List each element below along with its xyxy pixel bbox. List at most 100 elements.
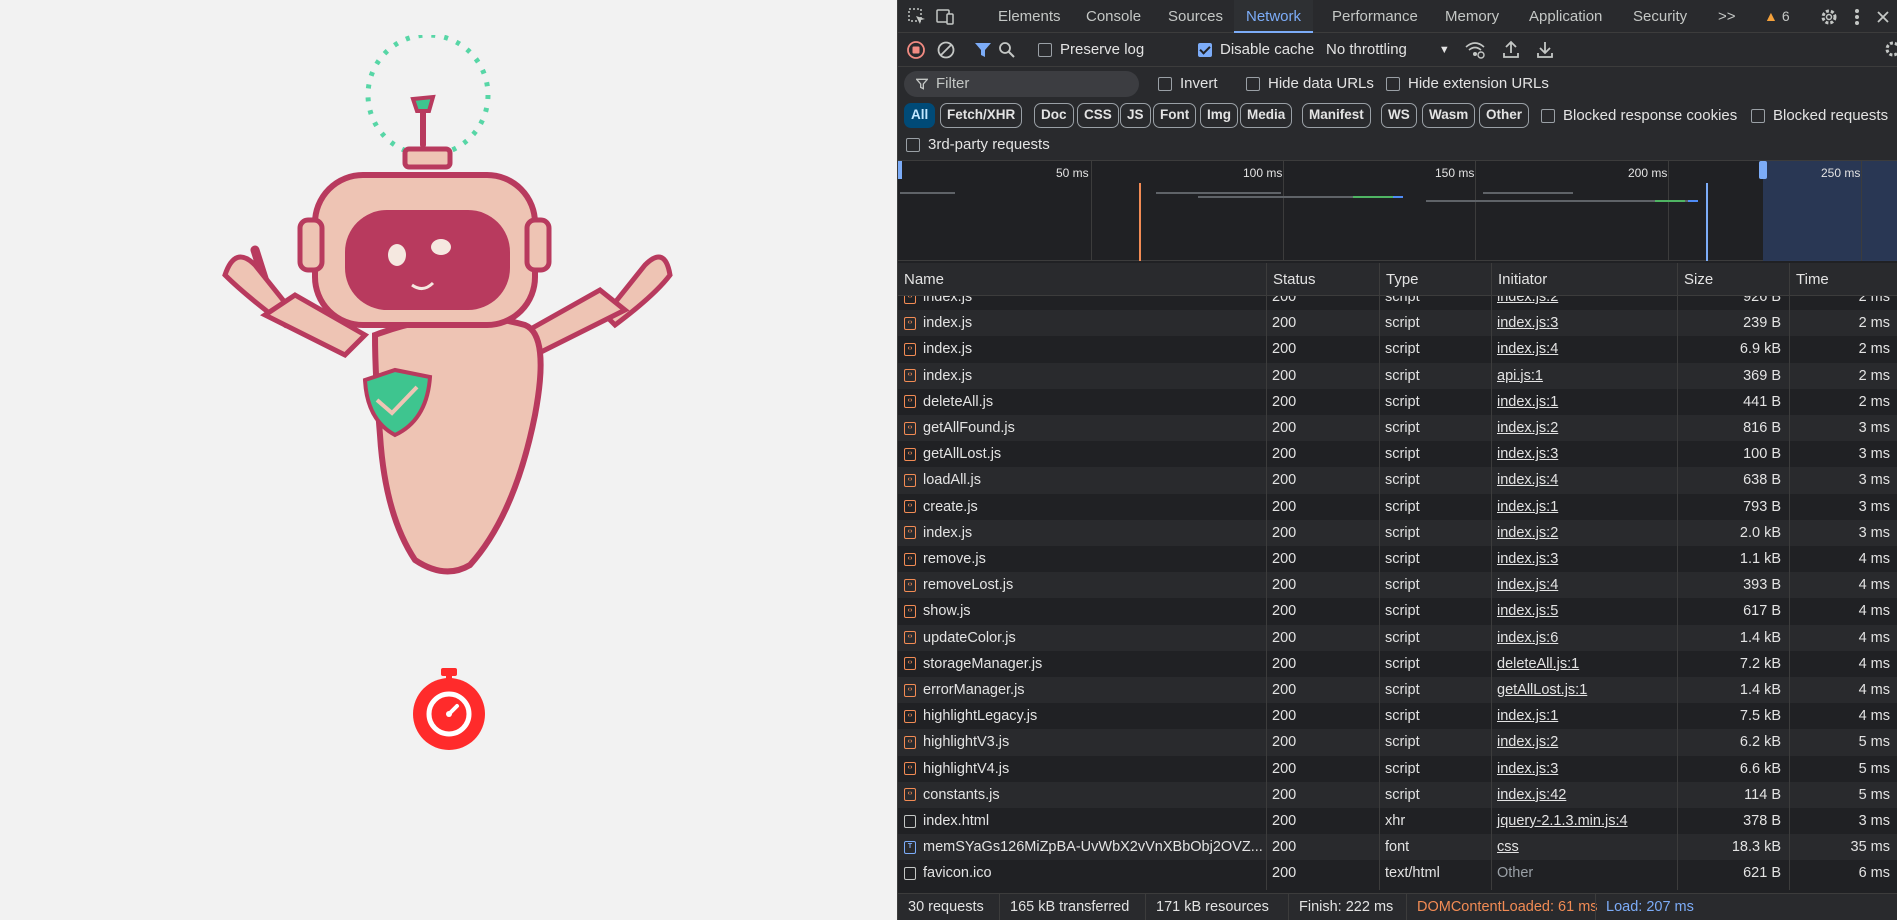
- table-row[interactable]: ‹› deleteAll.js 200 script index.js:1 441 B 2 …: [898, 389, 1897, 415]
- settings-gear-icon[interactable]: [1818, 6, 1840, 28]
- cell-initiator[interactable]: index.js:1: [1491, 703, 1677, 729]
- cell-initiator[interactable]: index.js:3: [1491, 546, 1677, 572]
- type-filter-ws[interactable]: WS: [1381, 103, 1417, 128]
- cell-initiator[interactable]: index.js:1: [1491, 389, 1677, 415]
- cell-initiator[interactable]: getAllLost.js:1: [1491, 677, 1677, 703]
- cell-initiator[interactable]: index.js:4: [1491, 572, 1677, 598]
- stopwatch-icon[interactable]: [411, 666, 487, 752]
- hide-extension-urls-checkbox[interactable]: Hide extension URLs: [1386, 75, 1549, 92]
- hide-data-urls-checkbox[interactable]: Hide data URLs: [1246, 75, 1374, 92]
- cell-initiator[interactable]: jquery-2.1.3.min.js:4: [1491, 808, 1677, 834]
- tab-network[interactable]: Network: [1234, 0, 1314, 33]
- inspect-element-icon[interactable]: [906, 6, 928, 28]
- table-row[interactable]: ‹› index.js 200 script index.js:2 926 B 2 ms: [898, 296, 1897, 310]
- record-stop-icon[interactable]: [906, 40, 926, 64]
- cell-initiator[interactable]: index.js:2: [1491, 729, 1677, 755]
- cell-initiator[interactable]: index.js:3: [1491, 441, 1677, 467]
- type-filter-all[interactable]: All: [904, 103, 936, 128]
- tab-sources[interactable]: Sources: [1168, 0, 1223, 33]
- table-row[interactable]: ‹› loadAll.js 200 script index.js:4 638 B 3 ms: [898, 467, 1897, 494]
- cell-initiator[interactable]: index.js:3: [1491, 310, 1677, 336]
- type-filter-font[interactable]: Font: [1153, 103, 1197, 128]
- device-toolbar-icon[interactable]: [934, 6, 956, 28]
- invert-checkbox[interactable]: Invert: [1158, 75, 1218, 92]
- table-row[interactable]: ‹› updateColor.js 200 script index.js:6 1.4 k…: [898, 624, 1897, 651]
- type-filter-css[interactable]: CSS: [1077, 103, 1119, 128]
- column-initiator[interactable]: Initiator: [1491, 263, 1677, 296]
- table-row[interactable]: ‹› errorManager.js 200 script getAllLost.js:…: [898, 677, 1897, 704]
- cell-initiator[interactable]: deleteAll.js:1: [1491, 651, 1677, 677]
- column-name[interactable]: Name: [898, 263, 1266, 296]
- warnings-badge[interactable]: ▲ 6: [1764, 0, 1790, 33]
- cell-initiator[interactable]: index.js:5: [1491, 598, 1677, 624]
- table-row[interactable]: ‹› index.js 200 script index.js:2 2.0 kB 3 ms: [898, 519, 1897, 546]
- close-devtools-icon[interactable]: [1872, 6, 1894, 28]
- cell-initiator[interactable]: index.js:4: [1491, 467, 1677, 493]
- table-row[interactable]: ‹› highlightLegacy.js 200 script index.js:1 7…: [898, 703, 1897, 729]
- blocked-response-cookies-checkbox[interactable]: Blocked response cookies: [1541, 107, 1737, 124]
- import-har-icon[interactable]: [1502, 39, 1520, 63]
- network-conditions-icon[interactable]: [1464, 41, 1486, 63]
- type-filter-wasm[interactable]: Wasm: [1422, 103, 1476, 128]
- cell-initiator[interactable]: index.js:2: [1491, 520, 1677, 546]
- more-tabs-button[interactable]: >>: [1718, 0, 1736, 33]
- overview-right-handle[interactable]: [1759, 161, 1767, 179]
- export-har-icon[interactable]: [1536, 39, 1554, 63]
- table-row[interactable]: ‹› removeLost.js 200 script index.js:4 393 B 4…: [898, 572, 1897, 599]
- table-row[interactable]: ‹› highlightV4.js 200 script index.js:3 6.6 k…: [898, 756, 1897, 782]
- column-time[interactable]: Time: [1789, 263, 1897, 296]
- type-filter-fetch-xhr[interactable]: Fetch/XHR: [940, 103, 1023, 128]
- cell-initiator[interactable]: index.js:3: [1491, 756, 1677, 782]
- network-settings-gear-icon[interactable]: [1884, 40, 1897, 62]
- disable-cache-checkbox[interactable]: Disable cache: [1198, 41, 1314, 58]
- tab-console[interactable]: Console: [1086, 0, 1141, 33]
- tab-memory[interactable]: Memory: [1445, 0, 1499, 33]
- table-row[interactable]: ‹› show.js 200 script index.js:5 617 B 4 ms: [898, 598, 1897, 624]
- cell-initiator[interactable]: index.js:42: [1491, 782, 1677, 808]
- network-overview-timeline[interactable]: 50 ms 100 ms 150 ms 200 ms 250 ms: [898, 161, 1897, 261]
- table-row[interactable]: ‹› index.js 200 script index.js:4 6.9 kB 2 ms: [898, 336, 1897, 362]
- table-row[interactable]: ‹› highlightV3.js 200 script index.js:2 6.2 k…: [898, 729, 1897, 756]
- cell-initiator[interactable]: css: [1491, 834, 1677, 860]
- cell-initiator[interactable]: index.js:2: [1491, 415, 1677, 441]
- tab-security[interactable]: Security: [1633, 0, 1687, 33]
- cell-initiator[interactable]: api.js:1: [1491, 363, 1677, 389]
- kebab-menu-icon[interactable]: [1846, 6, 1868, 28]
- type-filter-js[interactable]: JS: [1120, 103, 1151, 128]
- type-filter-manifest[interactable]: Manifest: [1302, 103, 1371, 128]
- type-filter-media[interactable]: Media: [1240, 103, 1293, 128]
- filter-funnel-icon[interactable]: [974, 41, 992, 63]
- table-row[interactable]: TmemSYaGs126MiZpBA-UvWbX2vVnXBbObj2OVZ..…: [898, 834, 1897, 861]
- clear-icon[interactable]: [936, 40, 956, 64]
- column-type[interactable]: Type: [1379, 263, 1491, 296]
- table-row[interactable]: ‹› storageManager.js 200 script deleteAll.js…: [898, 651, 1897, 677]
- preserve-log-checkbox[interactable]: Preserve log: [1038, 41, 1144, 58]
- table-row[interactable]: ‹› create.js 200 script index.js:1 793 B 3 ms: [898, 494, 1897, 520]
- table-row[interactable]: ‹› constants.js 200 script index.js:42 114 B 5…: [898, 781, 1897, 808]
- table-row[interactable]: ‹› getAllFound.js 200 script index.js:2 816 B…: [898, 415, 1897, 442]
- cell-initiator[interactable]: index.js:2: [1491, 296, 1677, 310]
- table-row[interactable]: ‹› index.js 200 script index.js:3 239 B 2 ms: [898, 310, 1897, 337]
- overview-left-handle[interactable]: [898, 161, 902, 179]
- type-filter-other[interactable]: Other: [1479, 103, 1530, 128]
- table-row[interactable]: index.html 200 xhr jquery-2.1.3.min.js:4 378…: [898, 808, 1897, 834]
- tab-application[interactable]: Application: [1529, 0, 1602, 33]
- type-filter-doc[interactable]: Doc: [1034, 103, 1074, 128]
- table-row[interactable]: ‹› remove.js 200 script index.js:3 1.1 kB 4 ms: [898, 546, 1897, 572]
- type-filter-img[interactable]: Img: [1200, 103, 1239, 128]
- tab-elements[interactable]: Elements: [998, 0, 1061, 33]
- table-row[interactable]: ‹› getAllLost.js 200 script index.js:3 100 B 3…: [898, 441, 1897, 467]
- filter-input[interactable]: Filter: [904, 71, 1139, 97]
- column-status[interactable]: Status: [1266, 263, 1379, 296]
- cell-initiator[interactable]: index.js:4: [1491, 336, 1677, 362]
- cell-initiator[interactable]: index.js:1: [1491, 494, 1677, 520]
- throttling-select[interactable]: No throttling ▼: [1326, 41, 1450, 58]
- blocked-requests-checkbox[interactable]: Blocked requests: [1751, 107, 1888, 124]
- cell-initiator[interactable]: index.js:6: [1491, 625, 1677, 651]
- tab-performance[interactable]: Performance: [1332, 0, 1418, 33]
- search-icon[interactable]: [998, 41, 1016, 63]
- table-row[interactable]: favicon.ico 200 text/html Other 621 B 6 ms: [898, 860, 1897, 886]
- column-size[interactable]: Size: [1677, 263, 1789, 296]
- third-party-requests-checkbox[interactable]: 3rd-party requests: [906, 136, 1050, 153]
- table-row[interactable]: ‹› index.js 200 script api.js:1 369 B 2 ms: [898, 362, 1897, 389]
